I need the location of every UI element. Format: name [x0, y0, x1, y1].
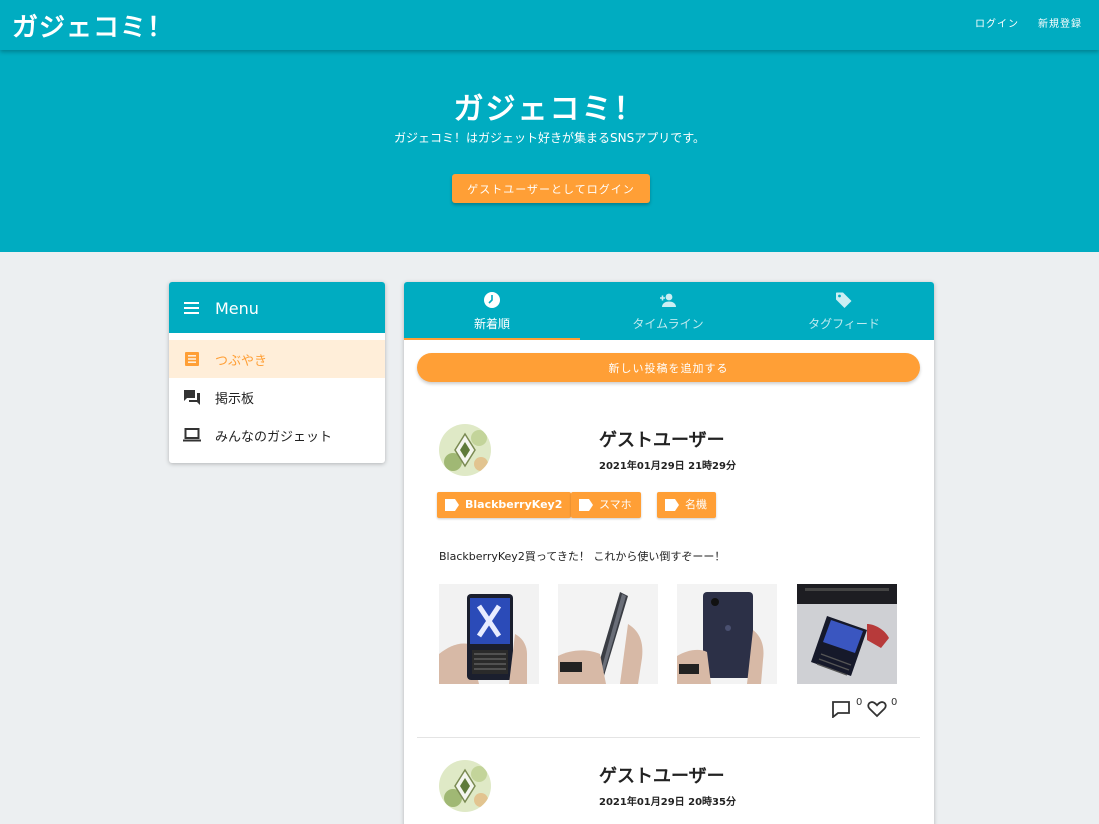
phone-on-laptop-photo	[797, 584, 897, 684]
tag-chip[interactable]: BlackberryKey2	[437, 492, 572, 518]
register-button[interactable]: 新規登録	[1030, 14, 1090, 36]
guest-login-button[interactable]: ゲストユーザーとしてログイン	[452, 174, 650, 203]
tag-icon	[836, 292, 852, 308]
comment-icon[interactable]	[831, 700, 851, 718]
menu-item-board[interactable]: 掲示板	[169, 378, 385, 416]
post-image[interactable]	[439, 584, 539, 684]
phone-back-photo	[677, 584, 777, 684]
hero-title: ガジェコミ！	[453, 92, 646, 127]
label-icon	[579, 499, 593, 511]
phone-front-photo	[439, 584, 539, 684]
laptop-icon	[183, 428, 201, 442]
forum-icon	[184, 390, 200, 405]
post-image[interactable]	[677, 584, 777, 684]
tag-chip[interactable]: 名機	[657, 492, 716, 518]
app-bar: ガジェコミ！ ログイン 新規登録	[0, 0, 1099, 50]
tab-label: タグフィード	[808, 317, 880, 331]
post-card: ゲストユーザー 2021年01月29日 21時29分 BlackberryKey…	[417, 402, 920, 738]
avatar[interactable]	[439, 760, 491, 812]
post-timestamp: 2021年01月29日 21時29分	[599, 461, 736, 472]
menu-header: Menu	[169, 282, 385, 333]
hamburger-icon[interactable]	[184, 302, 199, 314]
menu-item-tweets[interactable]: つぶやき	[169, 340, 385, 378]
add-user-icon	[660, 293, 676, 307]
tag-label: BlackberryKey2	[465, 498, 563, 511]
side-menu: Menu つぶやき 掲示板 みんなのガジェット	[169, 282, 385, 463]
like-count: 0	[891, 697, 898, 708]
menu-item-label: つぶやき	[215, 354, 268, 369]
tag-label: 名機	[685, 498, 707, 511]
login-button[interactable]: ログイン	[967, 14, 1027, 36]
tab-newest[interactable]: 新着順	[404, 282, 580, 340]
post-body: BlackberryKey2買ってきた！ これから使い倒すぞーー！	[439, 550, 726, 563]
menu-item-gadgets[interactable]: みんなのガジェット	[169, 416, 385, 454]
hero-subtitle: ガジェコミ！はガジェット好きが集まるSNSアプリです。	[393, 131, 705, 145]
post-image[interactable]	[558, 584, 658, 684]
comment-count: 0	[856, 697, 863, 708]
post-timestamp: 2021年01月29日 20時35分	[599, 797, 736, 808]
tab-indicator	[404, 338, 580, 340]
menu-item-label: 掲示板	[215, 392, 255, 407]
hero-banner: ガジェコミ！ ガジェコミ！はガジェット好きが集まるSNSアプリです。 ゲストユー…	[0, 50, 1099, 252]
tab-timeline[interactable]: タイムライン	[580, 282, 756, 340]
document-icon	[185, 352, 199, 366]
menu-title: Menu	[215, 299, 259, 318]
tag-label: スマホ	[599, 498, 632, 511]
post-card: ゲストユーザー 2021年01月29日 20時35分	[417, 738, 920, 824]
post-username[interactable]: ゲストユーザー	[599, 762, 725, 788]
label-icon	[445, 499, 459, 511]
heart-icon[interactable]	[867, 700, 887, 718]
post-image[interactable]	[797, 584, 897, 684]
label-icon	[665, 499, 679, 511]
clock-icon	[484, 292, 500, 308]
add-post-button[interactable]: 新しい投稿を追加する	[417, 353, 920, 382]
feed-card: 新着順 タイムライン タグフィード 新しい投稿を追加する ゲストユーザー 202…	[404, 282, 934, 824]
tab-tag-feed[interactable]: タグフィード	[756, 282, 932, 340]
avatar[interactable]	[439, 424, 491, 476]
menu-item-label: みんなのガジェット	[215, 430, 333, 445]
tab-label: 新着順	[473, 317, 510, 331]
tab-label: タイムライン	[632, 317, 704, 331]
feed-tabs: 新着順 タイムライン タグフィード	[404, 282, 934, 340]
post-username[interactable]: ゲストユーザー	[599, 426, 725, 452]
tag-chip[interactable]: スマホ	[571, 492, 641, 518]
phone-side-photo	[558, 584, 658, 684]
app-title[interactable]: ガジェコミ！	[12, 7, 174, 44]
